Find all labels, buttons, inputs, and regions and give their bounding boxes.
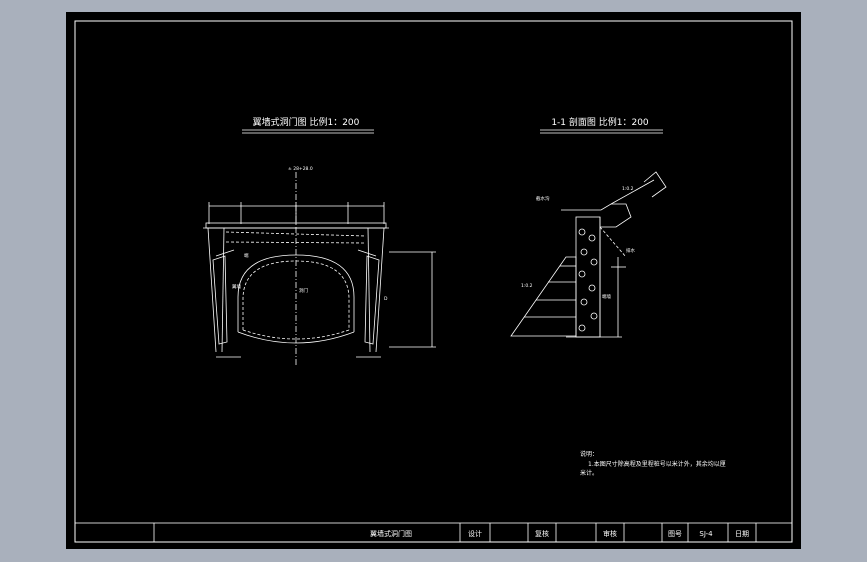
title-block-drawing-name: 翼墙式洞门图 <box>370 529 412 538</box>
section-label-c: 端墙 <box>602 293 611 300</box>
section-view-title: 1-1 剖面图 比例1：200 <box>551 116 649 128</box>
section-slope-left: 1:0.2 <box>521 283 533 289</box>
section-label-a: 截水沟 <box>536 195 550 202</box>
title-block-date-label: 日期 <box>735 530 749 538</box>
front-view <box>203 172 436 367</box>
section-slope-top: 1:0.2 <box>622 186 634 192</box>
title-block-sheet-no-label: 图号 <box>668 530 682 538</box>
title-block-text: 翼墙式洞门图 设计 复核 审核 图号 SJ-4 日期 <box>370 529 749 538</box>
drawing-sheet[interactable]: 翼墙式洞门图 比例1：200 ± 28+28.0 端 翼墙 洞门 D 1-1 剖… <box>66 12 801 549</box>
section-label-b: 排水 <box>626 247 635 254</box>
notes: 说明： 1.本图尺寸除高程及里程桩号以米计外，其余均以厘 米计。 <box>580 450 726 477</box>
notes-heading: 说明： <box>580 450 598 458</box>
drawing-svg: 翼墙式洞门图 比例1：200 ± 28+28.0 端 翼墙 洞门 D 1-1 剖… <box>74 20 793 543</box>
title-block-review-label: 审核 <box>603 529 617 538</box>
front-dim-top: ± 28+28.0 <box>288 166 313 172</box>
title-block-sheet-no-value: SJ-4 <box>699 530 713 538</box>
front-ann-a: 端 <box>244 252 249 259</box>
front-ann-b: 翼墙 <box>232 283 241 290</box>
notes-line-1: 1.本图尺寸除高程及里程桩号以米计外，其余均以厘 <box>588 460 726 468</box>
section-view <box>510 171 667 338</box>
title-block-design-label: 设计 <box>468 529 482 538</box>
front-view-labels: 翼墙式洞门图 比例1：200 ± 28+28.0 端 翼墙 洞门 D <box>232 116 388 302</box>
title-block-check-label: 复核 <box>535 529 549 538</box>
title-block <box>74 522 793 543</box>
section-view-labels: 1-1 剖面图 比例1：200 1:0.2 1:0.2 截水沟 排水 端墙 <box>521 116 663 300</box>
front-ann-c: 洞门 <box>299 287 308 294</box>
front-view-title: 翼墙式洞门图 比例1：200 <box>253 116 360 128</box>
front-ann-d: D <box>384 296 388 302</box>
notes-line-2: 米计。 <box>580 469 598 477</box>
